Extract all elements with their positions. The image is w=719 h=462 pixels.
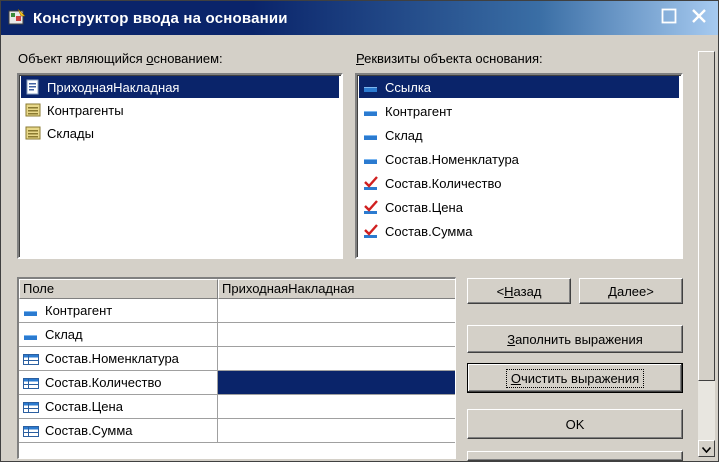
catalog-icon	[25, 102, 41, 118]
field-mapping-grid[interactable]: Поле ПриходнаяНакладная Контрагент Склад	[17, 277, 456, 459]
value-cell[interactable]	[218, 299, 455, 323]
value-cell[interactable]	[218, 395, 455, 419]
list-item-sklad[interactable]: Склад	[359, 124, 423, 146]
attribute-icon	[363, 127, 379, 143]
checkmark-icon	[363, 199, 379, 215]
attribute-icon	[363, 79, 379, 95]
base-object-label: Объект являющийся основанием:	[18, 51, 223, 66]
value-cell[interactable]	[218, 419, 455, 443]
list-item-kontragent[interactable]: Контрагент	[359, 100, 452, 122]
base-object-list[interactable]: ПриходнаяНакладная Контрагенты Склады	[17, 73, 343, 259]
field-cell[interactable]: Состав.Сумма	[19, 419, 218, 443]
list-item-sostav-summa[interactable]: Состав.Сумма	[359, 220, 473, 242]
table-icon	[23, 399, 39, 415]
column-header-field[interactable]: Поле	[19, 279, 218, 299]
vertical-scrollbar[interactable]	[698, 51, 715, 457]
column-header-source[interactable]: ПриходнаяНакладная	[218, 279, 455, 299]
list-item-prikhodnaya[interactable]: ПриходнаяНакладная	[21, 76, 339, 98]
base-attributes-list[interactable]: Ссылка Контрагент Склад Состав.Номенклат…	[355, 73, 683, 259]
fill-expressions-button[interactable]: Заполнить выражения	[467, 325, 683, 353]
list-item-sostav-tsena[interactable]: Состав.Цена	[359, 196, 463, 218]
scrollbar-thumb[interactable]	[698, 51, 715, 381]
grid-header: Поле ПриходнаяНакладная	[19, 279, 455, 299]
partial-button[interactable]	[467, 451, 683, 461]
table-row[interactable]: Контрагент	[19, 299, 455, 323]
title-bar[interactable]: Конструктор ввода на основании	[1, 1, 718, 35]
value-cell[interactable]	[218, 347, 455, 371]
attribute-icon	[363, 103, 379, 119]
document-icon	[25, 79, 41, 95]
window-title: Конструктор ввода на основании	[33, 9, 288, 27]
table-row[interactable]: Склад	[19, 323, 455, 347]
app-icon	[7, 8, 27, 28]
value-cell[interactable]	[218, 323, 455, 347]
maximize-icon	[661, 8, 677, 27]
list-item-sklady[interactable]: Склады	[21, 122, 94, 144]
value-cell-selected[interactable]	[218, 371, 455, 395]
maximize-button[interactable]	[657, 6, 681, 28]
list-item-sostav-kolichestvo[interactable]: Состав.Количество	[359, 172, 502, 194]
clear-expressions-button[interactable]: Очистить выражения	[467, 363, 683, 393]
back-button[interactable]: < Назад	[467, 278, 571, 304]
attribute-icon	[23, 303, 39, 319]
table-icon	[23, 351, 39, 367]
checkmark-icon	[363, 175, 379, 191]
attribute-icon	[23, 327, 39, 343]
field-cell[interactable]: Состав.Цена	[19, 395, 218, 419]
list-item-kontragenty[interactable]: Контрагенты	[21, 99, 124, 121]
close-icon	[691, 8, 707, 27]
close-button[interactable]	[687, 6, 711, 28]
table-icon	[23, 423, 39, 439]
field-cell[interactable]: Склад	[19, 323, 218, 347]
field-cell[interactable]: Состав.Номенклатура	[19, 347, 218, 371]
table-row[interactable]: Состав.Сумма	[19, 419, 455, 443]
field-cell[interactable]: Контрагент	[19, 299, 218, 323]
table-row[interactable]: Состав.Количество	[19, 371, 455, 395]
list-item-sostav-nomenklatura[interactable]: Состав.Номенклатура	[359, 148, 519, 170]
scroll-down-button[interactable]	[698, 440, 715, 457]
base-attributes-label: Реквизиты объекта основания:	[356, 51, 543, 66]
table-icon	[23, 375, 39, 391]
attribute-icon	[363, 151, 379, 167]
checkmark-icon	[363, 223, 379, 239]
field-cell[interactable]: Состав.Количество	[19, 371, 218, 395]
list-item-ssylka[interactable]: Ссылка	[359, 76, 679, 98]
table-row[interactable]: Состав.Цена	[19, 395, 455, 419]
constructor-window: Конструктор ввода на основании Объект яв…	[0, 0, 719, 462]
catalog-icon	[25, 125, 41, 141]
table-row[interactable]: Состав.Номенклатура	[19, 347, 455, 371]
chevron-down-icon	[701, 441, 712, 456]
ok-button[interactable]: OK	[467, 409, 683, 439]
next-button[interactable]: Далее>	[579, 278, 683, 304]
